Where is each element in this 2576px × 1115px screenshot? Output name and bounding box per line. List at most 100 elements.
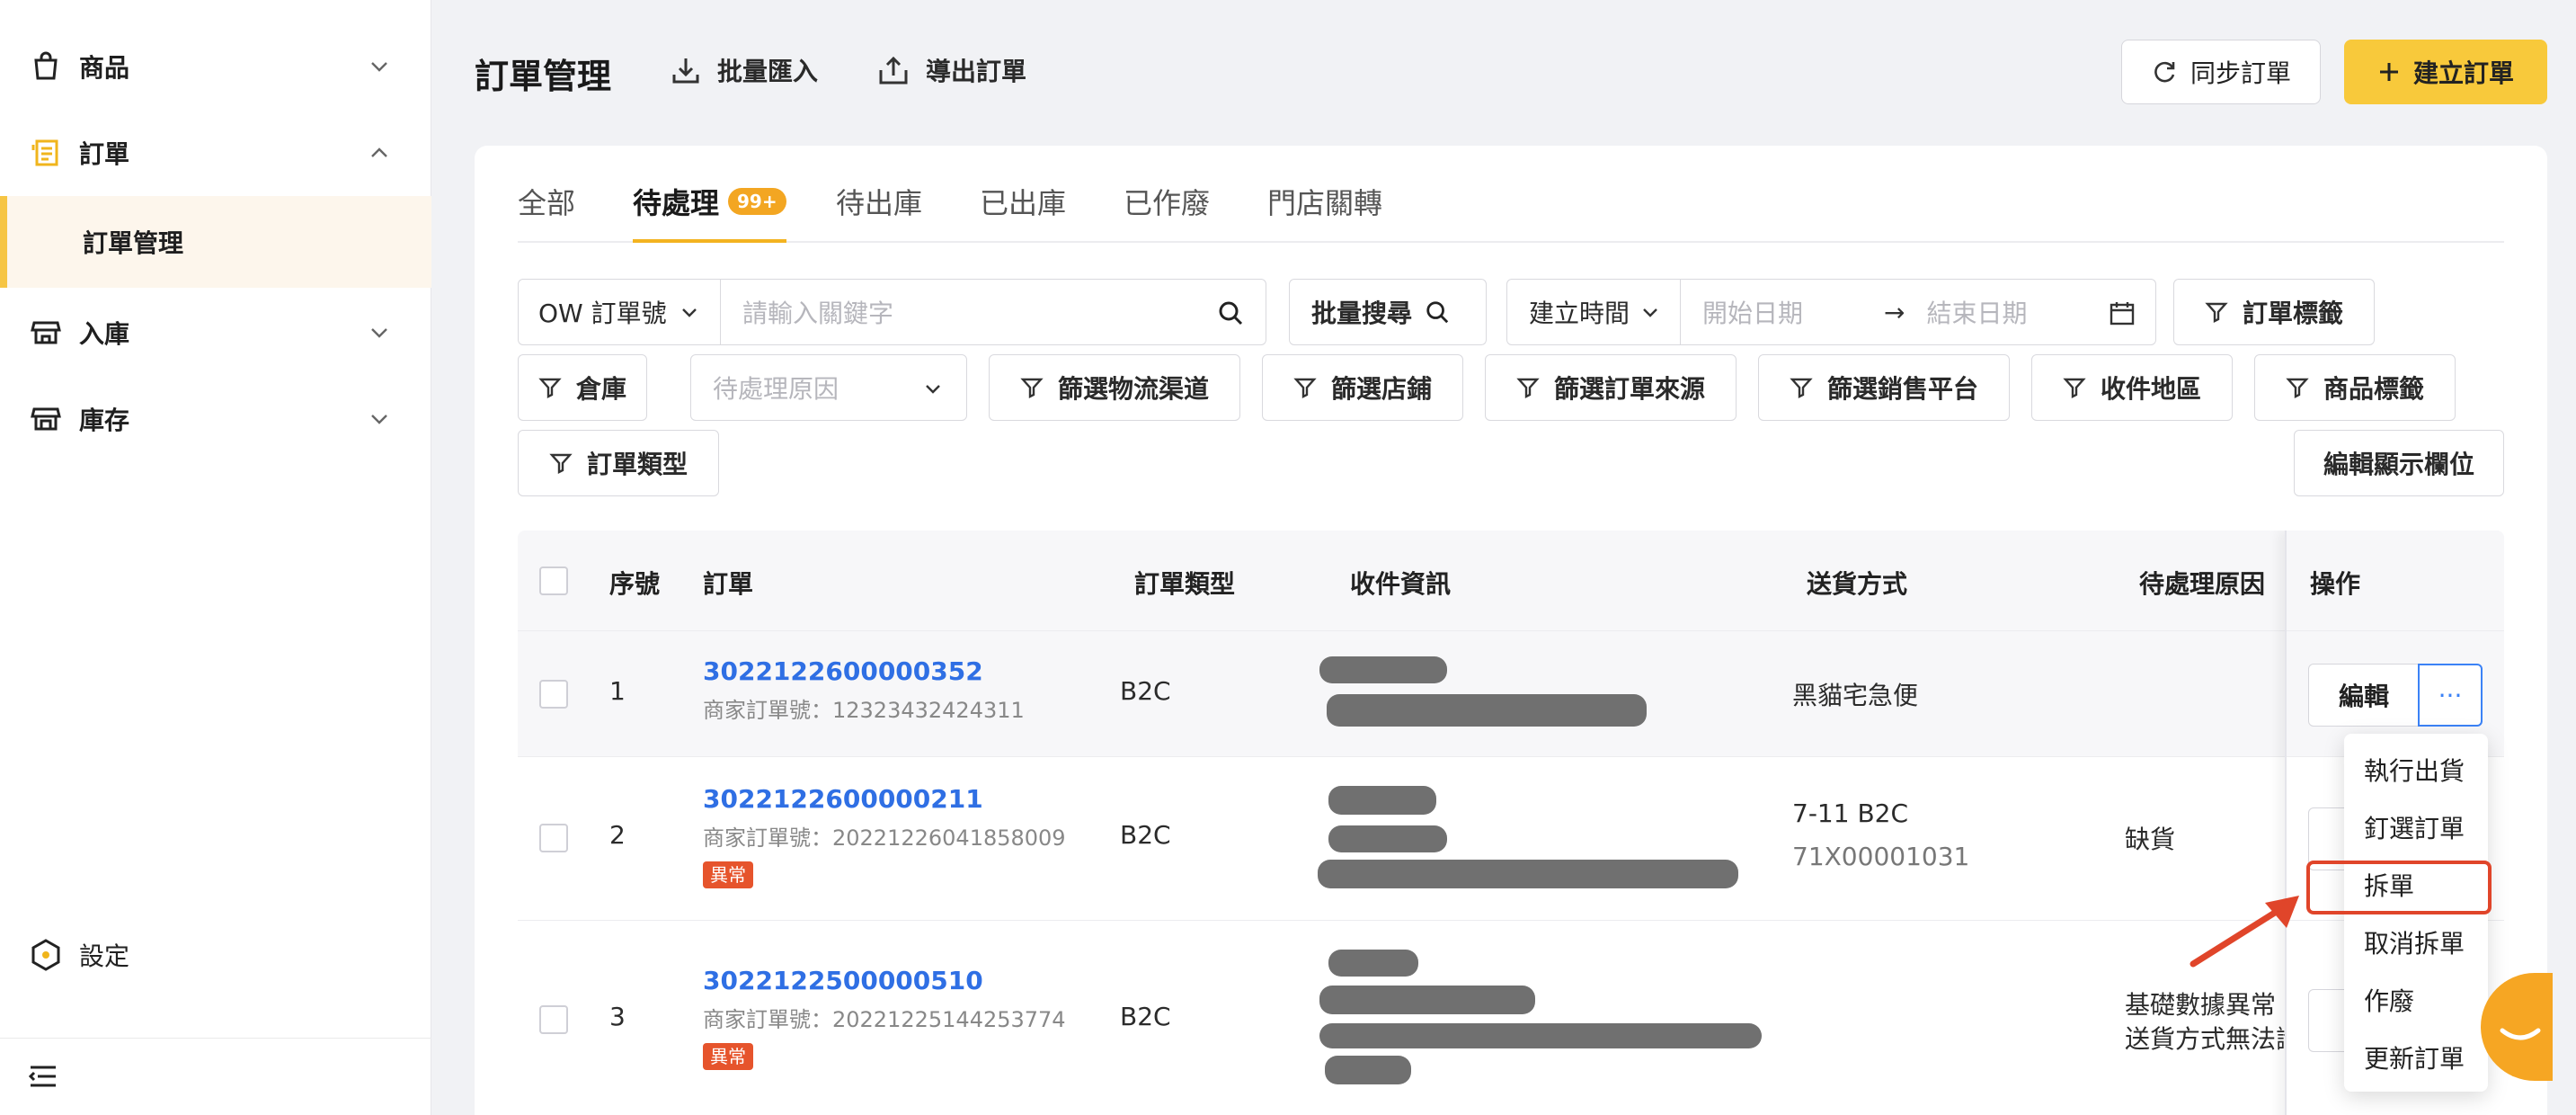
platform-label: 篩選銷售平台 xyxy=(1826,374,1978,404)
arrow-right-icon: → xyxy=(1884,297,1905,327)
create-order-button[interactable]: 建立訂單 xyxy=(2344,40,2547,104)
collapse-menu-icon[interactable] xyxy=(27,1060,59,1093)
more-actions-button[interactable]: ··· xyxy=(2418,664,2483,727)
sync-orders-label: 同步訂單 xyxy=(2190,58,2291,88)
chevron-down-icon xyxy=(371,62,387,72)
order-type-filter-button[interactable]: 訂單類型 xyxy=(518,430,719,496)
redacted-recipient-info xyxy=(1327,694,1647,727)
sidebar-item-inventory[interactable]: 庫存 xyxy=(0,376,431,462)
sidebar-footer xyxy=(0,1038,431,1115)
tab-all[interactable]: 全部 xyxy=(518,182,575,243)
order-tag-label: 訂單標籤 xyxy=(2242,299,2343,328)
product-tag-filter-button[interactable]: 商品標籤 xyxy=(2254,354,2456,421)
export-orders-button[interactable]: 導出訂單 xyxy=(877,52,1026,88)
store-icon xyxy=(29,316,63,350)
tab-pending-label: 待處理 xyxy=(633,186,720,220)
date-range-picker[interactable]: 開始日期 → 結束日期 xyxy=(1680,279,2156,345)
refresh-icon xyxy=(2154,61,2175,83)
edit-button[interactable]: 編輯 xyxy=(2308,664,2420,727)
warehouse-filter-button[interactable]: 倉庫 xyxy=(518,354,647,421)
order-tag-filter-button[interactable]: 訂單標籤 xyxy=(2173,279,2375,345)
time-type-value: 建立時間 xyxy=(1529,299,1630,328)
chevron-down-icon xyxy=(371,415,387,424)
highlight-box xyxy=(2306,861,2492,914)
sidebar-item-order-management[interactable]: 訂單管理 xyxy=(0,196,431,288)
search-type-value: OW 訂單號 xyxy=(538,299,667,328)
search-icon[interactable] xyxy=(1217,299,1244,326)
tab-awaiting-outbound[interactable]: 待出庫 xyxy=(836,182,922,243)
receipt-icon xyxy=(29,136,63,170)
tab-store-transfer[interactable]: 門店關轉 xyxy=(1267,182,1382,243)
row-checkbox[interactable] xyxy=(539,824,568,852)
table-row[interactable]: 1 3022122600000352 商家訂單號：12323432424311 … xyxy=(518,631,2504,757)
store-label: 篩選店鋪 xyxy=(1330,374,1432,404)
column-header-pending-reason: 待處理原因 xyxy=(2139,569,2266,599)
column-header-shipping: 送貨方式 xyxy=(1807,569,1908,599)
bulk-search-button[interactable]: 批量搜尋 xyxy=(1289,279,1487,345)
redacted-recipient-info xyxy=(1318,860,1738,888)
row-checkbox[interactable] xyxy=(539,1005,568,1034)
logistics-filter-button[interactable]: 篩選物流渠道 xyxy=(989,354,1240,421)
logistics-label: 篩選物流渠道 xyxy=(1057,374,1209,404)
sidebar-item-inbound[interactable]: 入庫 xyxy=(0,290,431,376)
select-all-checkbox[interactable] xyxy=(539,566,568,595)
sync-orders-button[interactable]: 同步訂單 xyxy=(2121,40,2321,104)
order-type-value: B2C xyxy=(1120,1002,1171,1031)
menu-item-void[interactable]: 作廢 xyxy=(2344,973,2488,1030)
order-type-label: 訂單類型 xyxy=(586,450,688,479)
row-index: 1 xyxy=(609,676,626,706)
row-checkbox[interactable] xyxy=(539,680,568,709)
menu-item-ship[interactable]: 執行出貨 xyxy=(2344,743,2488,800)
operations-header-cell: 操作 xyxy=(2287,531,2504,631)
calendar-icon xyxy=(2110,302,2135,326)
menu-item-cancel-split[interactable]: 取消拆單 xyxy=(2344,915,2488,973)
start-date-placeholder: 開始日期 xyxy=(1702,299,1804,328)
merchant-order-number: 商家訂單號：12323432424311 xyxy=(703,698,1025,723)
search-type-select[interactable]: OW 訂單號 xyxy=(518,279,721,345)
sidebar-subitem-label: 訂單管理 xyxy=(83,228,184,258)
table-header: 序號 訂單 訂單類型 收件資訊 送貨方式 待處理原因 xyxy=(518,531,2504,631)
error-tag: 異常 xyxy=(703,861,753,888)
sidebar-item-label: 入庫 xyxy=(79,319,130,349)
pending-reason-select[interactable]: 待處理原因 xyxy=(690,354,967,421)
filter-icon xyxy=(2286,378,2309,398)
time-type-select[interactable]: 建立時間 xyxy=(1506,279,1681,345)
sidebar-item-products[interactable]: 商品 xyxy=(0,23,431,110)
platform-filter-button[interactable]: 篩選銷售平台 xyxy=(1758,354,2010,421)
bulk-import-button[interactable]: 批量匯入 xyxy=(671,52,818,88)
column-header-order: 訂單 xyxy=(703,569,754,599)
edit-columns-label: 編輯顯示欄位 xyxy=(2323,450,2474,479)
order-type-value: B2C xyxy=(1120,676,1171,706)
row-index: 3 xyxy=(609,1002,626,1031)
sidebar-item-label: 商品 xyxy=(79,53,130,83)
search-icon xyxy=(1426,301,1449,324)
product-tag-label: 商品標籤 xyxy=(2323,374,2424,404)
tab-pending[interactable]: 待處理 99+ xyxy=(633,182,786,243)
order-number-link[interactable]: 3022122600000352 xyxy=(703,656,983,686)
tab-shipped[interactable]: 已出庫 xyxy=(980,182,1066,243)
menu-item-update-order[interactable]: 更新訂單 xyxy=(2344,1030,2488,1088)
region-filter-button[interactable]: 收件地區 xyxy=(2031,354,2233,421)
filter-icon xyxy=(538,378,562,398)
tab-voided[interactable]: 已作廢 xyxy=(1124,182,1210,243)
order-number-link[interactable]: 3022122600000211 xyxy=(703,784,983,814)
search-placeholder: 請輸入關鍵字 xyxy=(742,299,894,328)
download-icon xyxy=(672,58,699,84)
filter-icon xyxy=(1790,378,1813,398)
chevron-down-icon xyxy=(681,308,697,317)
edit-columns-button[interactable]: 編輯顯示欄位 xyxy=(2294,430,2504,496)
source-filter-button[interactable]: 篩選訂單來源 xyxy=(1485,354,1737,421)
filter-icon xyxy=(2063,378,2086,398)
redacted-recipient-info xyxy=(1319,986,1535,1014)
order-status-tabs: 全部 待處理 99+ 待出庫 已出庫 已作廢 門店關轉 xyxy=(518,182,2504,243)
order-number-link[interactable]: 3022122500000510 xyxy=(703,966,983,995)
chevron-up-icon xyxy=(371,147,387,157)
orders-table: 序號 訂單 訂單類型 收件資訊 送貨方式 待處理原因 1 30221226000… xyxy=(518,531,2504,1115)
sidebar-item-orders[interactable]: 訂單 xyxy=(0,110,431,196)
store-filter-button[interactable]: 篩選店鋪 xyxy=(1262,354,1463,421)
keyword-search-input[interactable]: 請輸入關鍵字 xyxy=(720,279,1266,345)
menu-item-pin-order[interactable]: 釘選訂單 xyxy=(2344,800,2488,858)
plus-icon xyxy=(2379,63,2398,81)
region-label: 收件地區 xyxy=(2100,374,2201,404)
sidebar-item-settings[interactable]: 設定 xyxy=(29,937,129,973)
